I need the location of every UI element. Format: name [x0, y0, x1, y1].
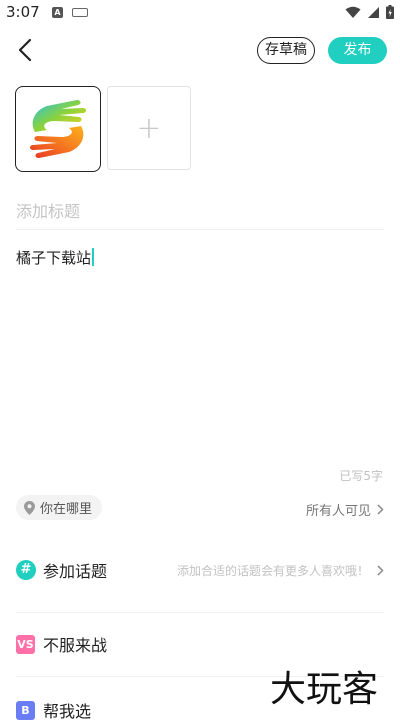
top-bar: 存草稿 发布	[0, 30, 400, 72]
help-choose-label: 帮我选	[43, 702, 92, 721]
back-arrow-icon	[18, 38, 32, 62]
visibility-label: 所有人可见	[305, 504, 371, 519]
keyboard-icon	[72, 8, 88, 17]
challenge-label: 不服来战	[43, 636, 108, 655]
title-input[interactable]	[16, 193, 384, 230]
location-button[interactable]: 你在哪里	[16, 495, 103, 520]
notification-app-icon: A	[52, 7, 63, 18]
watermark-logo: 大玩客	[270, 669, 379, 710]
challenge-row[interactable]: VS 不服来战	[16, 630, 384, 658]
selected-image-thumbnail[interactable]	[15, 86, 101, 172]
topic-label: 参加话题	[43, 562, 108, 581]
vs-icon: VS	[16, 634, 35, 654]
chevron-right-icon	[377, 564, 384, 576]
signal-icon	[368, 6, 379, 18]
save-draft-button[interactable]: 存草稿	[257, 37, 315, 64]
battery-icon	[386, 5, 394, 19]
back-button[interactable]	[14, 36, 38, 64]
image-picker: +	[15, 86, 191, 172]
add-image-button[interactable]: +	[107, 86, 191, 170]
topic-hint: 添加合适的话题会有更多人喜欢哦！	[176, 563, 369, 578]
location-pin-icon	[24, 500, 35, 515]
hashtag-icon: #	[16, 560, 36, 580]
choose-icon: B	[16, 700, 35, 720]
content-text: 橘子下载站	[16, 249, 92, 267]
publish-button[interactable]: 发布	[328, 37, 387, 64]
status-indicators	[345, 5, 394, 19]
visibility-selector[interactable]: 所有人可见	[306, 500, 384, 519]
status-bar: 3:07 A	[0, 0, 400, 26]
orange-hands-logo-icon	[30, 100, 86, 158]
content-editor[interactable]: 橘子下载站	[16, 247, 95, 268]
word-count: 已写5字	[339, 469, 383, 483]
divider	[16, 612, 384, 613]
status-time: 3:07	[6, 3, 40, 21]
topic-row[interactable]: # 参加话题 添加合适的话题会有更多人喜欢哦！	[16, 556, 384, 584]
text-cursor	[92, 248, 95, 266]
location-label: 你在哪里	[40, 502, 93, 517]
wifi-icon	[345, 6, 361, 18]
chevron-right-icon	[377, 504, 384, 515]
